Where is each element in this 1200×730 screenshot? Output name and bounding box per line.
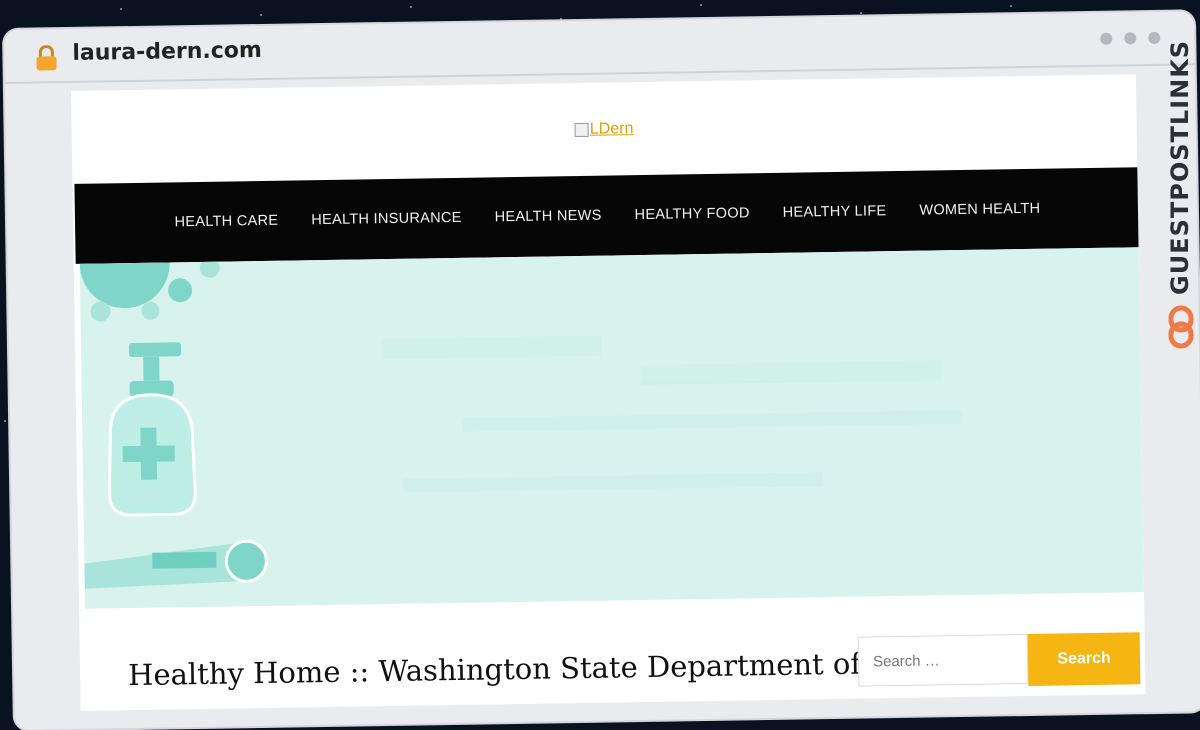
nav-item-healthy-life[interactable]: HEALTHY LIFE xyxy=(783,203,887,221)
nav-item-health-news[interactable]: HEALTH NEWS xyxy=(495,208,602,226)
hero-banner-image xyxy=(79,247,1146,609)
link-icon xyxy=(1168,305,1194,353)
window-dot-3[interactable] xyxy=(1148,31,1161,45)
broken-image-icon xyxy=(574,122,589,138)
post-title[interactable]: Healthy Home :: Washington State Departm… xyxy=(128,647,861,693)
window-dot-2[interactable] xyxy=(1124,32,1137,45)
site-header: LDern xyxy=(72,112,1137,149)
nav-item-women-health[interactable]: WOMEN HEALTH xyxy=(919,201,1040,219)
thermometer-illustration xyxy=(84,539,268,589)
nav-item-healthy-food[interactable]: HEALTHY FOOD xyxy=(634,205,749,223)
site-logo-link[interactable]: LDern xyxy=(574,120,634,139)
content-area: Healthy Home :: Washington State Departm… xyxy=(79,604,1146,711)
nav-item-health-care[interactable]: HEALTH CARE xyxy=(174,213,278,231)
nav-item-health-insurance[interactable]: HEALTH INSURANCE xyxy=(311,210,462,228)
logo-alt-text: LDern xyxy=(589,120,634,138)
search-button[interactable]: Search xyxy=(1027,632,1141,686)
watermark-text: GUESTPOSTLINKS xyxy=(1166,39,1194,295)
guestpostlinks-watermark: GUESTPOSTLINKS xyxy=(1160,40,1200,355)
sanitizer-bottle-illustration xyxy=(107,342,197,517)
hero-illustration xyxy=(79,247,963,589)
search-form: Search xyxy=(857,632,1141,688)
web-page: LDern HEALTH CARE HEALTH INSURANCE HEALT… xyxy=(70,74,1146,711)
window-controls xyxy=(1100,31,1161,45)
url-text[interactable]: laura-dern.com xyxy=(72,38,262,66)
lock-icon xyxy=(34,45,58,71)
hero-faint-texture xyxy=(380,335,963,493)
window-dot-1[interactable] xyxy=(1100,32,1113,45)
browser-window: laura-dern.com LDern HEALTH CARE HEALTH … xyxy=(4,11,1200,730)
search-input[interactable] xyxy=(857,633,1029,687)
